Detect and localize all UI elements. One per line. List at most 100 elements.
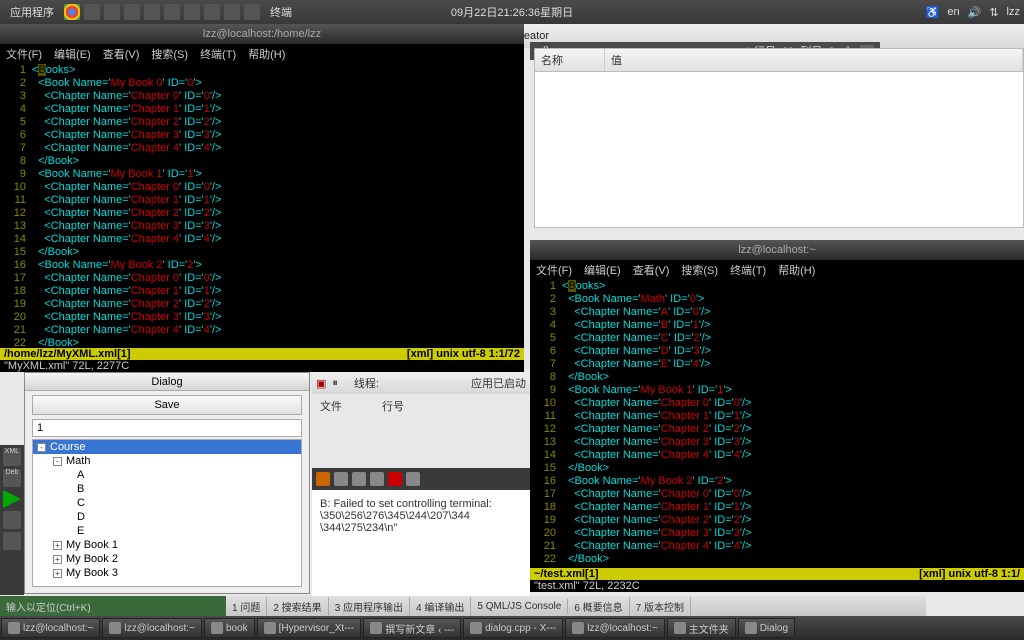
column-name[interactable]: 名称 [535, 49, 605, 71]
user-menu[interactable]: lzz [1007, 6, 1020, 18]
save-button[interactable]: Save [32, 395, 302, 415]
menu-item[interactable]: 查看(V) [633, 262, 670, 276]
app-icon [211, 622, 223, 634]
menu-item[interactable]: 终端(T) [200, 46, 236, 60]
menu-item[interactable]: 搜索(S) [151, 46, 188, 60]
code-line: 4 <Chapter Name='Chapter 1' ID='1'/> [4, 103, 520, 116]
menu-item[interactable]: 编辑(E) [584, 262, 621, 276]
tool-icon[interactable] [406, 472, 420, 486]
output-tab[interactable]: 4 编译输出 [410, 597, 471, 616]
code-line: 3 <Chapter Name='Chapter 0' ID='0'/> [4, 90, 520, 103]
qt-debug-panel: ▣ ⏸ 线程: 应用已启动 文件 行号 B: Failed to set con… [312, 372, 530, 606]
interrupt-icon[interactable]: ⏸ [332, 377, 338, 390]
menu-item[interactable]: 文件(F) [536, 262, 572, 276]
taskbar-item[interactable]: Dialog [738, 618, 795, 638]
expand-icon[interactable]: - [37, 443, 46, 452]
terminal-vim-window-1[interactable]: lzz@localhost:/home/lzz 文件(F) 编辑(E) 查看(V) 搜… [0, 24, 524, 372]
expand-icon[interactable]: - [53, 457, 62, 466]
tree-item[interactable]: +My Book 3 [33, 566, 301, 580]
vim-statusline: ~/test.xml[1][xml] unix utf-8 1:1/ "test… [530, 568, 1024, 592]
taskbar-item[interactable]: lzz@localhost:~ [102, 618, 201, 638]
output-tab[interactable]: 5 QML/JS Console [471, 599, 568, 614]
terminal-title: lzz@localhost:/home/lzz [0, 24, 524, 44]
clock[interactable]: 09月22日21:26:36星期日 [451, 4, 573, 20]
expand-icon[interactable]: + [53, 555, 62, 564]
output-tab[interactable]: 6 概要信息 [568, 597, 629, 616]
menu-item[interactable]: 帮助(H) [778, 262, 815, 276]
tool-icon[interactable] [388, 472, 402, 486]
code-line: 14 <Chapter Name='Chapter 4' ID='4'/> [4, 233, 520, 246]
tray-icon[interactable] [144, 4, 160, 20]
menu-item[interactable]: 帮助(H) [248, 46, 285, 60]
taskbar-item[interactable]: [Hypervisor_Xt--- [257, 618, 362, 638]
app-icon [8, 622, 20, 634]
taskbar-item[interactable]: 撰写新文章 ‹ --- [363, 618, 461, 638]
tray-icon[interactable] [104, 4, 120, 20]
debug-mode-icon[interactable]: Deb [3, 469, 21, 487]
mode-icon[interactable] [3, 511, 21, 529]
terminal-vim-window-2[interactable]: lzz@localhost:~ 文件(F) 编辑(E) 查看(V) 搜索(S) 终端(T… [530, 240, 1024, 592]
menu-item[interactable]: 终端(T) [730, 262, 766, 276]
tree-item[interactable]: +My Book 1 [33, 538, 301, 552]
menu-item[interactable]: 查看(V) [103, 46, 140, 60]
language-indicator[interactable]: en [947, 6, 959, 18]
debug-toolbar [312, 468, 530, 490]
vim-editor-body: 1<Books>2 <Book Name='My Book 0' ID='0'>… [0, 62, 524, 352]
taskbar-item[interactable]: 主文件夹 [667, 618, 736, 638]
column-value[interactable]: 值 [605, 49, 1023, 71]
menu-item[interactable]: 编辑(E) [54, 46, 91, 60]
tree-item[interactable]: E [33, 524, 301, 538]
taskbar-item[interactable]: lzz@localhost:~ [1, 618, 100, 638]
output-tab[interactable]: 1 问题 [226, 597, 267, 616]
stop-icon[interactable]: ▣ [316, 377, 326, 390]
run-button[interactable] [3, 490, 21, 508]
code-line: 6 <Chapter Name='D' ID='3'/> [534, 345, 1020, 358]
code-line: 8 </Book> [4, 155, 520, 168]
applications-menu[interactable]: 应用程序 [4, 2, 60, 22]
xml-mode-icon[interactable]: XML [3, 448, 21, 466]
qt-output-tabs: 1 问题2 搜索结果3 应用程序输出4 编译输出5 QML/JS Console… [226, 596, 926, 616]
chrome-icon[interactable] [64, 4, 80, 20]
expand-icon[interactable]: + [53, 569, 62, 578]
tree-item[interactable]: A [33, 468, 301, 482]
tool-icon[interactable] [352, 472, 366, 486]
tool-icon[interactable] [334, 472, 348, 486]
tray-icon[interactable] [184, 4, 200, 20]
tray-icon[interactable] [204, 4, 220, 20]
tree-item[interactable]: B [33, 482, 301, 496]
terminal-title: lzz@localhost:~ [530, 240, 1024, 260]
expand-icon[interactable]: + [53, 541, 62, 550]
tool-icon[interactable] [316, 472, 330, 486]
code-line: 5 <Chapter Name='C' ID='2'/> [534, 332, 1020, 345]
tree-item[interactable]: -Math [33, 454, 301, 468]
dialog-text-input[interactable] [32, 419, 302, 437]
tree-item[interactable]: -Course [33, 440, 301, 454]
taskbar-item[interactable]: lzz@localhost:~ [565, 618, 664, 638]
mode-icon[interactable] [3, 532, 21, 550]
menu-item[interactable]: 搜索(S) [681, 262, 718, 276]
menu-item[interactable]: 文件(F) [6, 46, 42, 60]
taskbar-item[interactable]: book [204, 618, 255, 638]
tool-icon[interactable] [370, 472, 384, 486]
tree-item[interactable]: C [33, 496, 301, 510]
output-tab[interactable]: 7 版本控制 [630, 597, 691, 616]
tray-icon[interactable] [244, 4, 260, 20]
tray-icon[interactable] [124, 4, 140, 20]
output-tab[interactable]: 3 应用程序输出 [329, 597, 410, 616]
code-line: 15 </Book> [534, 462, 1020, 475]
terminal-launcher[interactable]: 终端 [270, 4, 292, 20]
taskbar-item[interactable]: dialog.cpp - X--- [463, 618, 563, 638]
volume-icon[interactable]: 🔊 [968, 6, 982, 19]
tray-icon[interactable] [84, 4, 100, 20]
tree-item[interactable]: +My Book 2 [33, 552, 301, 566]
xml-dialog[interactable]: Dialog Save -Course-MathABCDE+My Book 1+… [24, 372, 310, 594]
network-icon[interactable]: ⇅ [989, 6, 998, 19]
tray-icon[interactable] [224, 4, 240, 20]
code-line: 18 <Chapter Name='Chapter 1' ID='1'/> [4, 285, 520, 298]
accessibility-icon[interactable]: ♿ [926, 6, 940, 19]
code-line: 11 <Chapter Name='Chapter 1' ID='1'/> [4, 194, 520, 207]
locator-input[interactable]: 输入以定位(Ctrl+K) [0, 596, 226, 616]
tree-item[interactable]: D [33, 510, 301, 524]
output-tab[interactable]: 2 搜索结果 [267, 597, 328, 616]
tray-icon[interactable] [164, 4, 180, 20]
